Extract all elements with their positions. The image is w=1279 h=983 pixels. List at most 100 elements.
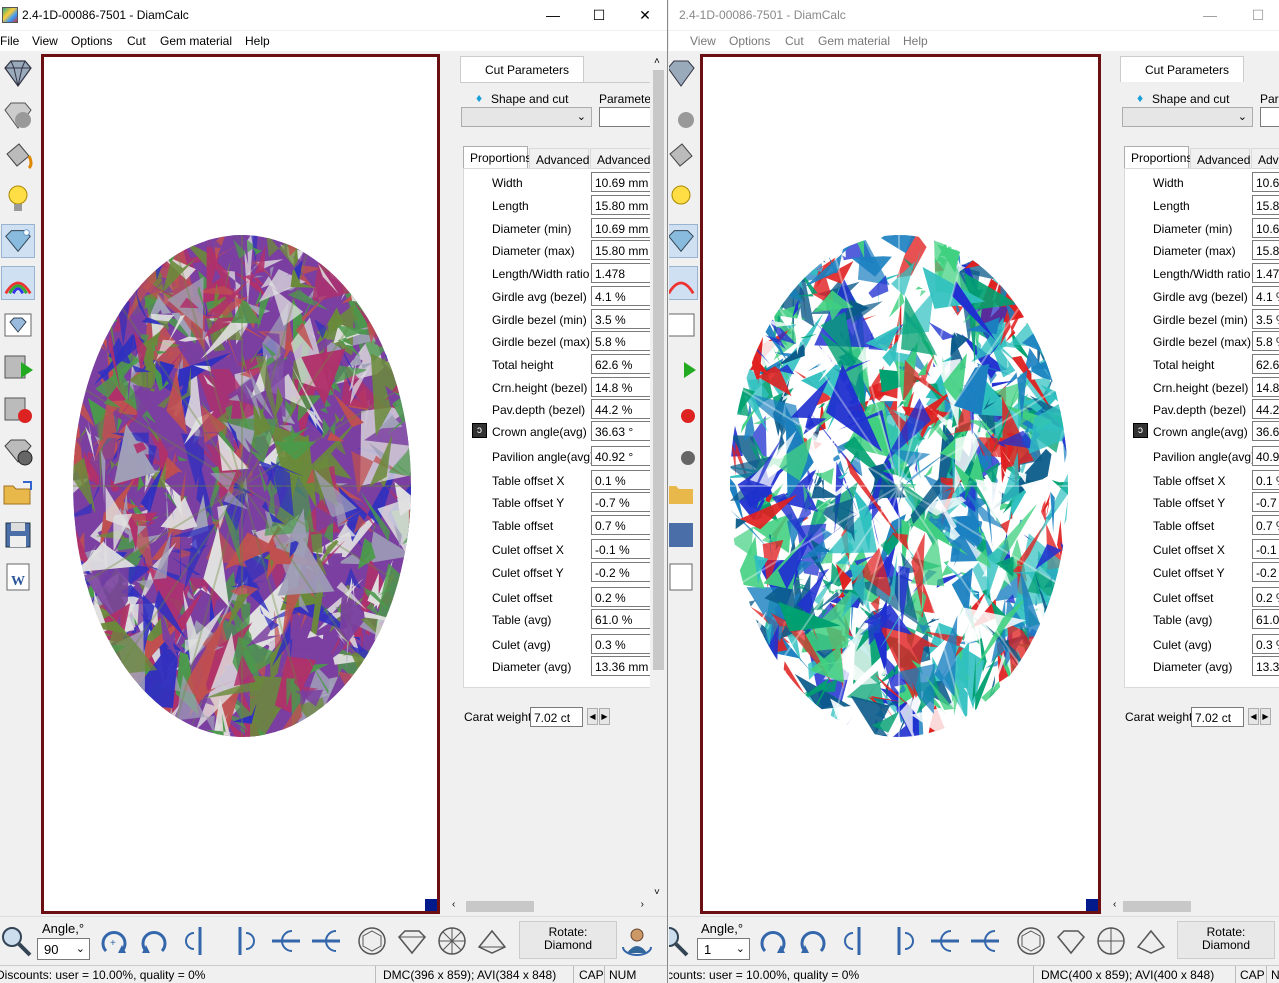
bottom-view-icon[interactable] [1095,925,1127,957]
menu-gem-material[interactable]: Gem material [160,34,232,48]
side-view-icon[interactable] [1055,925,1087,957]
proportion-value-field[interactable]: 62.6 [1252,354,1279,374]
proportion-value-field[interactable]: 40.92 ° [591,446,651,466]
top-view-icon[interactable] [356,925,388,957]
parameters-input[interactable] [1260,107,1279,127]
scroll-left-icon[interactable]: ‹ [1113,899,1116,910]
paint-bucket-icon[interactable] [1,140,35,174]
panel-vertical-scrollbar[interactable]: ˄ ˅ [650,54,667,900]
proportion-value-field[interactable]: 1.478 [591,263,651,283]
rotate-ccw-icon[interactable] [138,925,170,957]
minimize-button[interactable]: — [1195,5,1225,25]
zoom-icon[interactable] [669,925,689,957]
maximize-button[interactable]: ☐ [584,5,614,25]
hscroll-thumb[interactable] [466,901,534,912]
carat-increase-button[interactable]: ▶ [599,708,610,725]
subtab-proportions[interactable]: Proportions [463,146,531,168]
proportion-value-field[interactable]: 0.2 % [1252,587,1279,607]
open-folder-icon[interactable] [669,476,698,510]
proportion-value-field[interactable]: 14.8 [1252,377,1279,397]
rotate-ccw-icon[interactable] [797,925,829,957]
menu-gem-material[interactable]: Gem material [818,34,890,48]
proportion-value-field[interactable]: 3.5 % [1252,309,1279,329]
menu-help[interactable]: Help [245,34,270,48]
proportion-value-field[interactable]: -0.2 % [1252,562,1279,582]
pavilion-view-icon[interactable] [1135,925,1167,957]
gem-view-canvas[interactable] [700,54,1101,914]
gem-view-canvas[interactable] [41,54,440,914]
tab-cut-parameters[interactable]: Cut Parameters [1120,56,1244,82]
proportion-value-field[interactable]: 4.1 % [591,286,651,306]
scroll-up-icon[interactable]: ˄ [654,56,660,67]
menu-view[interactable]: View [690,34,716,48]
flip-horizontal-icon[interactable] [929,925,961,957]
carat-weight-input[interactable]: 7.02 ct [530,707,583,727]
panel-horizontal-scrollbar[interactable]: ‹ › [448,898,648,914]
menu-cut[interactable]: Cut [127,34,146,48]
save-disk-icon[interactable] [669,518,698,552]
lock-angle-icon[interactable]: ↄ [472,423,487,438]
person-rotate-icon[interactable] [621,925,653,957]
menu-cut[interactable]: Cut [785,34,804,48]
flip-horizontal-alt-icon[interactable] [310,925,342,957]
proportion-value-field[interactable]: 10.69 mm [591,218,651,238]
resize-corner-marker[interactable] [1086,899,1098,911]
proportion-value-field[interactable]: 40.92 [1252,446,1279,466]
film-diamond-icon[interactable] [669,434,698,468]
resize-corner-marker[interactable] [425,899,437,911]
sparkle-diamond-icon[interactable] [669,224,698,258]
pavilion-view-icon[interactable] [476,925,508,957]
menu-options[interactable]: Options [71,34,112,48]
hscroll-thumb[interactable] [1123,901,1191,912]
carat-increase-button[interactable]: ▶ [1260,708,1271,725]
open-folder-icon[interactable] [1,476,35,510]
video-play-icon[interactable] [669,350,698,384]
proportion-value-field[interactable]: 36.63 ° [591,421,651,441]
lightbulb-icon[interactable] [669,182,698,216]
paint-bucket-icon[interactable] [669,140,698,174]
flip-horizontal-icon[interactable] [270,925,302,957]
proportion-value-field[interactable]: 15.80 [1252,240,1279,260]
minimize-button[interactable]: — [538,5,568,25]
proportion-value-field[interactable]: 4.1 % [1252,286,1279,306]
proportion-value-field[interactable]: 36.63 [1252,421,1279,441]
diamond-render-icon[interactable] [669,98,698,132]
scroll-left-icon[interactable]: ‹ [452,899,455,910]
subtab-advanced[interactable]: Advanced [1190,148,1250,170]
subtab-proportions[interactable]: Proportions [1124,146,1192,168]
proportion-value-field[interactable]: 61.0 [1252,609,1279,629]
menu-file[interactable]: File [0,34,19,48]
video-record-icon[interactable] [669,392,698,426]
top-view-icon[interactable] [1015,925,1047,957]
shape-and-cut-select[interactable]: ⌄ [461,107,592,127]
proportion-value-field[interactable]: -0.2 % [591,562,651,582]
proportion-value-field[interactable]: 44.2 [1252,399,1279,419]
proportion-value-field[interactable]: 14.8 % [591,377,651,397]
rotate-mode-box[interactable]: Rotate: Diamond [519,921,617,959]
proportion-value-field[interactable]: 5.8 % [1252,331,1279,351]
proportion-value-field[interactable]: -0.7 % [1252,492,1279,512]
scroll-right-icon[interactable]: › [641,899,644,910]
menu-options[interactable]: Options [729,34,770,48]
proportion-value-field[interactable]: 0.2 % [591,587,651,607]
rotate-cw-icon[interactable] [757,925,789,957]
flip-vertical-alt-icon[interactable] [224,925,256,957]
tab-cut-parameters[interactable]: Cut Parameters [460,56,584,82]
diamond-view-icon[interactable] [669,56,698,90]
proportion-value-field[interactable]: 62.6 % [591,354,651,374]
sparkle-diamond-icon[interactable] [1,224,35,258]
proportion-value-field[interactable]: 0.3 % [1252,634,1279,654]
proportion-value-field[interactable]: 15.80 mm [591,195,651,215]
proportion-value-field[interactable]: 0.1 % [591,470,651,490]
proportion-value-field[interactable]: -0.7 % [591,492,651,512]
proportion-value-field[interactable]: 0.3 % [591,634,651,654]
scrollbar-thumb[interactable] [653,70,664,670]
proportion-value-field[interactable]: -0.1 % [1252,539,1279,559]
carat-weight-input[interactable]: 7.02 ct [1191,707,1244,727]
proportion-value-field[interactable]: 13.36 [1252,656,1279,676]
flip-horizontal-alt-icon[interactable] [969,925,1001,957]
angle-select[interactable]: 1 ⌄ [697,938,750,960]
close-button[interactable]: ✕ [630,5,660,25]
menu-help[interactable]: Help [903,34,928,48]
shape-and-cut-select[interactable]: ⌄ [1122,107,1253,127]
